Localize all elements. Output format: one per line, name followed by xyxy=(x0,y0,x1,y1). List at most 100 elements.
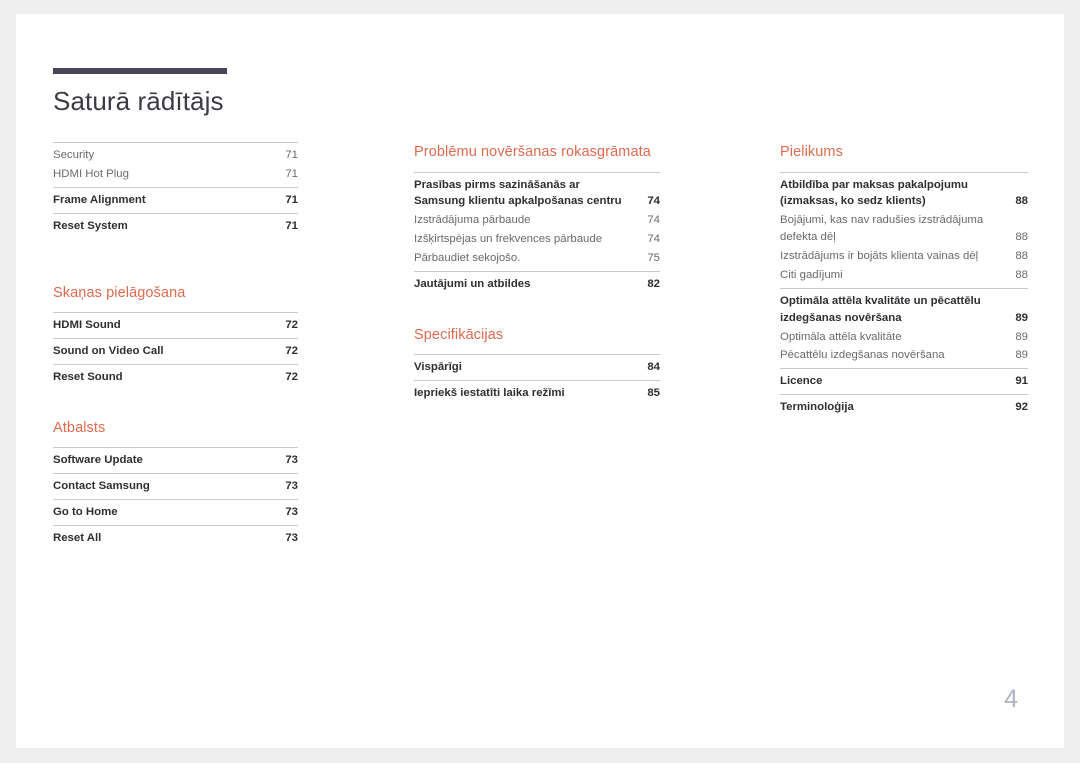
toc-group: Security 71 HDMI Hot Plug 71 xyxy=(53,142,298,187)
toc-group: Reset All 73 xyxy=(53,524,298,551)
toc-entry[interactable]: Terminoloģija 92 xyxy=(780,398,1028,417)
toc-group: Frame Alignment 71 xyxy=(53,186,298,213)
toc-entry-page: 74 xyxy=(647,214,660,227)
toc-group: Contact Samsung 73 xyxy=(53,473,298,499)
toc-entry[interactable]: Prasības pirms sazināšanās ar Samsung kl… xyxy=(414,176,660,212)
toc-entry[interactable]: Optimāla attēla kvalitāte un pēcattēlu i… xyxy=(780,292,1028,328)
toc-entry[interactable]: HDMI Sound 72 xyxy=(53,316,298,335)
toc-entry-page: 71 xyxy=(285,149,298,161)
toc-entry-label: Go to Home xyxy=(53,506,118,519)
toc-entry-page: 85 xyxy=(647,387,660,400)
toc-entry[interactable]: Izstrādājuma pārbaude 74 xyxy=(414,211,660,230)
column-right: Pielikums Atbildība par maksas pakalpojum… xyxy=(780,142,1028,420)
toc-group: Licence 91 xyxy=(780,368,1028,394)
toc-section: Problēmu novēršanas rokasgrāmata Prasības… xyxy=(414,142,660,297)
toc-entry-label: Licence xyxy=(780,375,823,388)
toc-entry[interactable]: Licence 91 xyxy=(780,372,1028,391)
toc-entry[interactable]: HDMI Hot Plug 71 xyxy=(53,165,298,184)
toc-group: Go to Home 73 xyxy=(53,499,298,525)
toc-section: Security 71 HDMI Hot Plug 71 Frame Alignment… xyxy=(53,142,298,239)
section-heading[interactable]: Skaņas pielāgošana xyxy=(53,283,298,304)
toc-entry-label: Optimāla attēla kvalitāte un pēcattēlu i… xyxy=(780,294,981,324)
toc-section: Specifikācijas Vispārīgi 84 Iepriekš iestat… xyxy=(414,325,660,406)
toc-entry[interactable]: Pārbaudiet sekojošo. 75 xyxy=(414,249,660,268)
section-heading[interactable]: Pielikums xyxy=(780,142,1028,163)
toc-entry[interactable]: Bojājumi, kas nav radušies izstrādājuma … xyxy=(780,211,1028,247)
toc-entry[interactable]: Pēcattēlu izdegšanas novēršana 89 xyxy=(780,346,1028,365)
page-title: Saturā rādītājs xyxy=(53,86,224,116)
toc-entry[interactable]: Iepriekš iestatīti laika režīmi 85 xyxy=(414,384,660,403)
toc-group: Reset System 71 xyxy=(53,212,298,239)
toc-entry[interactable]: Reset Sound 72 xyxy=(53,368,298,387)
column-left: Security 71 HDMI Hot Plug 71 Frame Alignment… xyxy=(53,142,298,551)
toc-entry-label: HDMI Hot Plug xyxy=(53,167,129,180)
toc-entry-page: 88 xyxy=(1015,195,1028,208)
toc-entry-label: Jautājumi un atbildes xyxy=(414,277,531,290)
toc-group: Terminoloģija 92 xyxy=(780,394,1028,420)
toc-entry[interactable]: Izšķirtspējas un frekvences pārbaude 74 xyxy=(414,230,660,249)
toc-entry-label: Izstrādājuma pārbaude xyxy=(414,214,531,227)
toc-entry[interactable]: Citi gadījumi 88 xyxy=(780,266,1028,285)
toc-section: Pielikums Atbildība par maksas pakalpojum… xyxy=(780,142,1028,420)
toc-entry-page: 73 xyxy=(285,506,298,519)
toc-entry-page: 89 xyxy=(1015,330,1028,343)
toc-entry[interactable]: Optimāla attēla kvalitāte 89 xyxy=(780,328,1028,347)
toc-entry-label: Contact Samsung xyxy=(53,480,150,493)
toc-entry-page: 82 xyxy=(647,277,660,290)
toc-entry-label: Reset System xyxy=(53,219,128,232)
toc-entry[interactable]: Sound on Video Call 72 xyxy=(53,342,298,361)
toc-entry-label: Reset All xyxy=(53,531,102,544)
toc-entry[interactable]: Reset System 71 xyxy=(53,217,298,236)
section-heading[interactable]: Problēmu novēršanas rokasgrāmata xyxy=(414,142,660,163)
toc-entry[interactable]: Go to Home 73 xyxy=(53,503,298,522)
toc-group: Jautājumi un atbildes 82 xyxy=(414,270,660,297)
section-heading[interactable]: Specifikācijas xyxy=(414,325,660,346)
toc-entry-page: 74 xyxy=(647,233,660,246)
toc-section: Atbalsts Software Update 73 Contact Samsung… xyxy=(53,418,298,551)
title-block: Saturā rādītājs xyxy=(53,68,313,117)
toc-entry-page: 92 xyxy=(1015,401,1028,414)
toc-columns: Security 71 HDMI Hot Plug 71 Frame Alignment… xyxy=(16,142,1064,702)
toc-entry-label: Terminoloģija xyxy=(780,401,854,414)
toc-group: Optimāla attēla kvalitāte un pēcattēlu i… xyxy=(780,287,1028,369)
toc-entry-label: Sound on Video Call xyxy=(53,344,164,357)
toc-group: Sound on Video Call 72 xyxy=(53,337,298,364)
toc-group: HDMI Sound 72 xyxy=(53,312,298,338)
toc-entry-page: 71 xyxy=(285,219,298,232)
toc-entry[interactable]: Reset All 73 xyxy=(53,529,298,548)
toc-entry-label: Prasības pirms sazināšanās ar Samsung kl… xyxy=(414,178,622,208)
toc-entry-page: 71 xyxy=(285,167,298,180)
toc-entry-label: Izšķirtspējas un frekvences pārbaude xyxy=(414,233,603,246)
toc-entry-label: Citi gadījumi xyxy=(780,268,843,281)
toc-entry-label: Pēcattēlu izdegšanas novēršana xyxy=(780,349,945,362)
toc-entry[interactable]: Software Update 73 xyxy=(53,451,298,470)
toc-entry-page: 73 xyxy=(285,531,298,544)
toc-entry[interactable]: Izstrādājums ir bojāts klienta vainas dē… xyxy=(780,247,1028,266)
toc-entry-page: 71 xyxy=(285,193,298,206)
toc-entry-label: Izstrādājums ir bojāts klienta vainas dē… xyxy=(780,250,979,263)
toc-entry[interactable]: Vispārīgi 84 xyxy=(414,358,660,377)
title-rule xyxy=(53,68,227,74)
toc-entry-page: 89 xyxy=(1015,311,1028,324)
toc-entry-label: Software Update xyxy=(53,454,143,467)
toc-entry-label: Vispārīgi xyxy=(414,361,462,374)
toc-entry[interactable]: Atbildība par maksas pakalpojumu (izmaks… xyxy=(780,176,1028,212)
toc-entry[interactable]: Contact Samsung 73 xyxy=(53,477,298,496)
toc-group: Prasības pirms sazināšanās ar Samsung kl… xyxy=(414,171,660,271)
toc-group: Vispārīgi 84 xyxy=(414,354,660,380)
toc-entry-label: Optimāla attēla kvalitāte xyxy=(780,330,902,343)
toc-entry[interactable]: Frame Alignment 71 xyxy=(53,191,298,210)
toc-entry-page: 91 xyxy=(1015,375,1028,388)
toc-entry-label: Bojājumi, kas nav radušies izstrādājuma … xyxy=(780,214,984,244)
document-page: Saturā rādītājs Security 71 HDMI Hot Plug 7… xyxy=(16,14,1064,748)
toc-entry-label: HDMI Sound xyxy=(53,319,121,332)
toc-entry[interactable]: Jautājumi un atbildes 82 xyxy=(414,275,660,294)
toc-entry[interactable]: Security 71 xyxy=(53,146,298,165)
toc-entry-page: 84 xyxy=(647,361,660,374)
section-heading[interactable]: Atbalsts xyxy=(53,418,298,439)
toc-entry-page: 88 xyxy=(1015,268,1028,281)
toc-entry-page: 73 xyxy=(285,454,298,467)
